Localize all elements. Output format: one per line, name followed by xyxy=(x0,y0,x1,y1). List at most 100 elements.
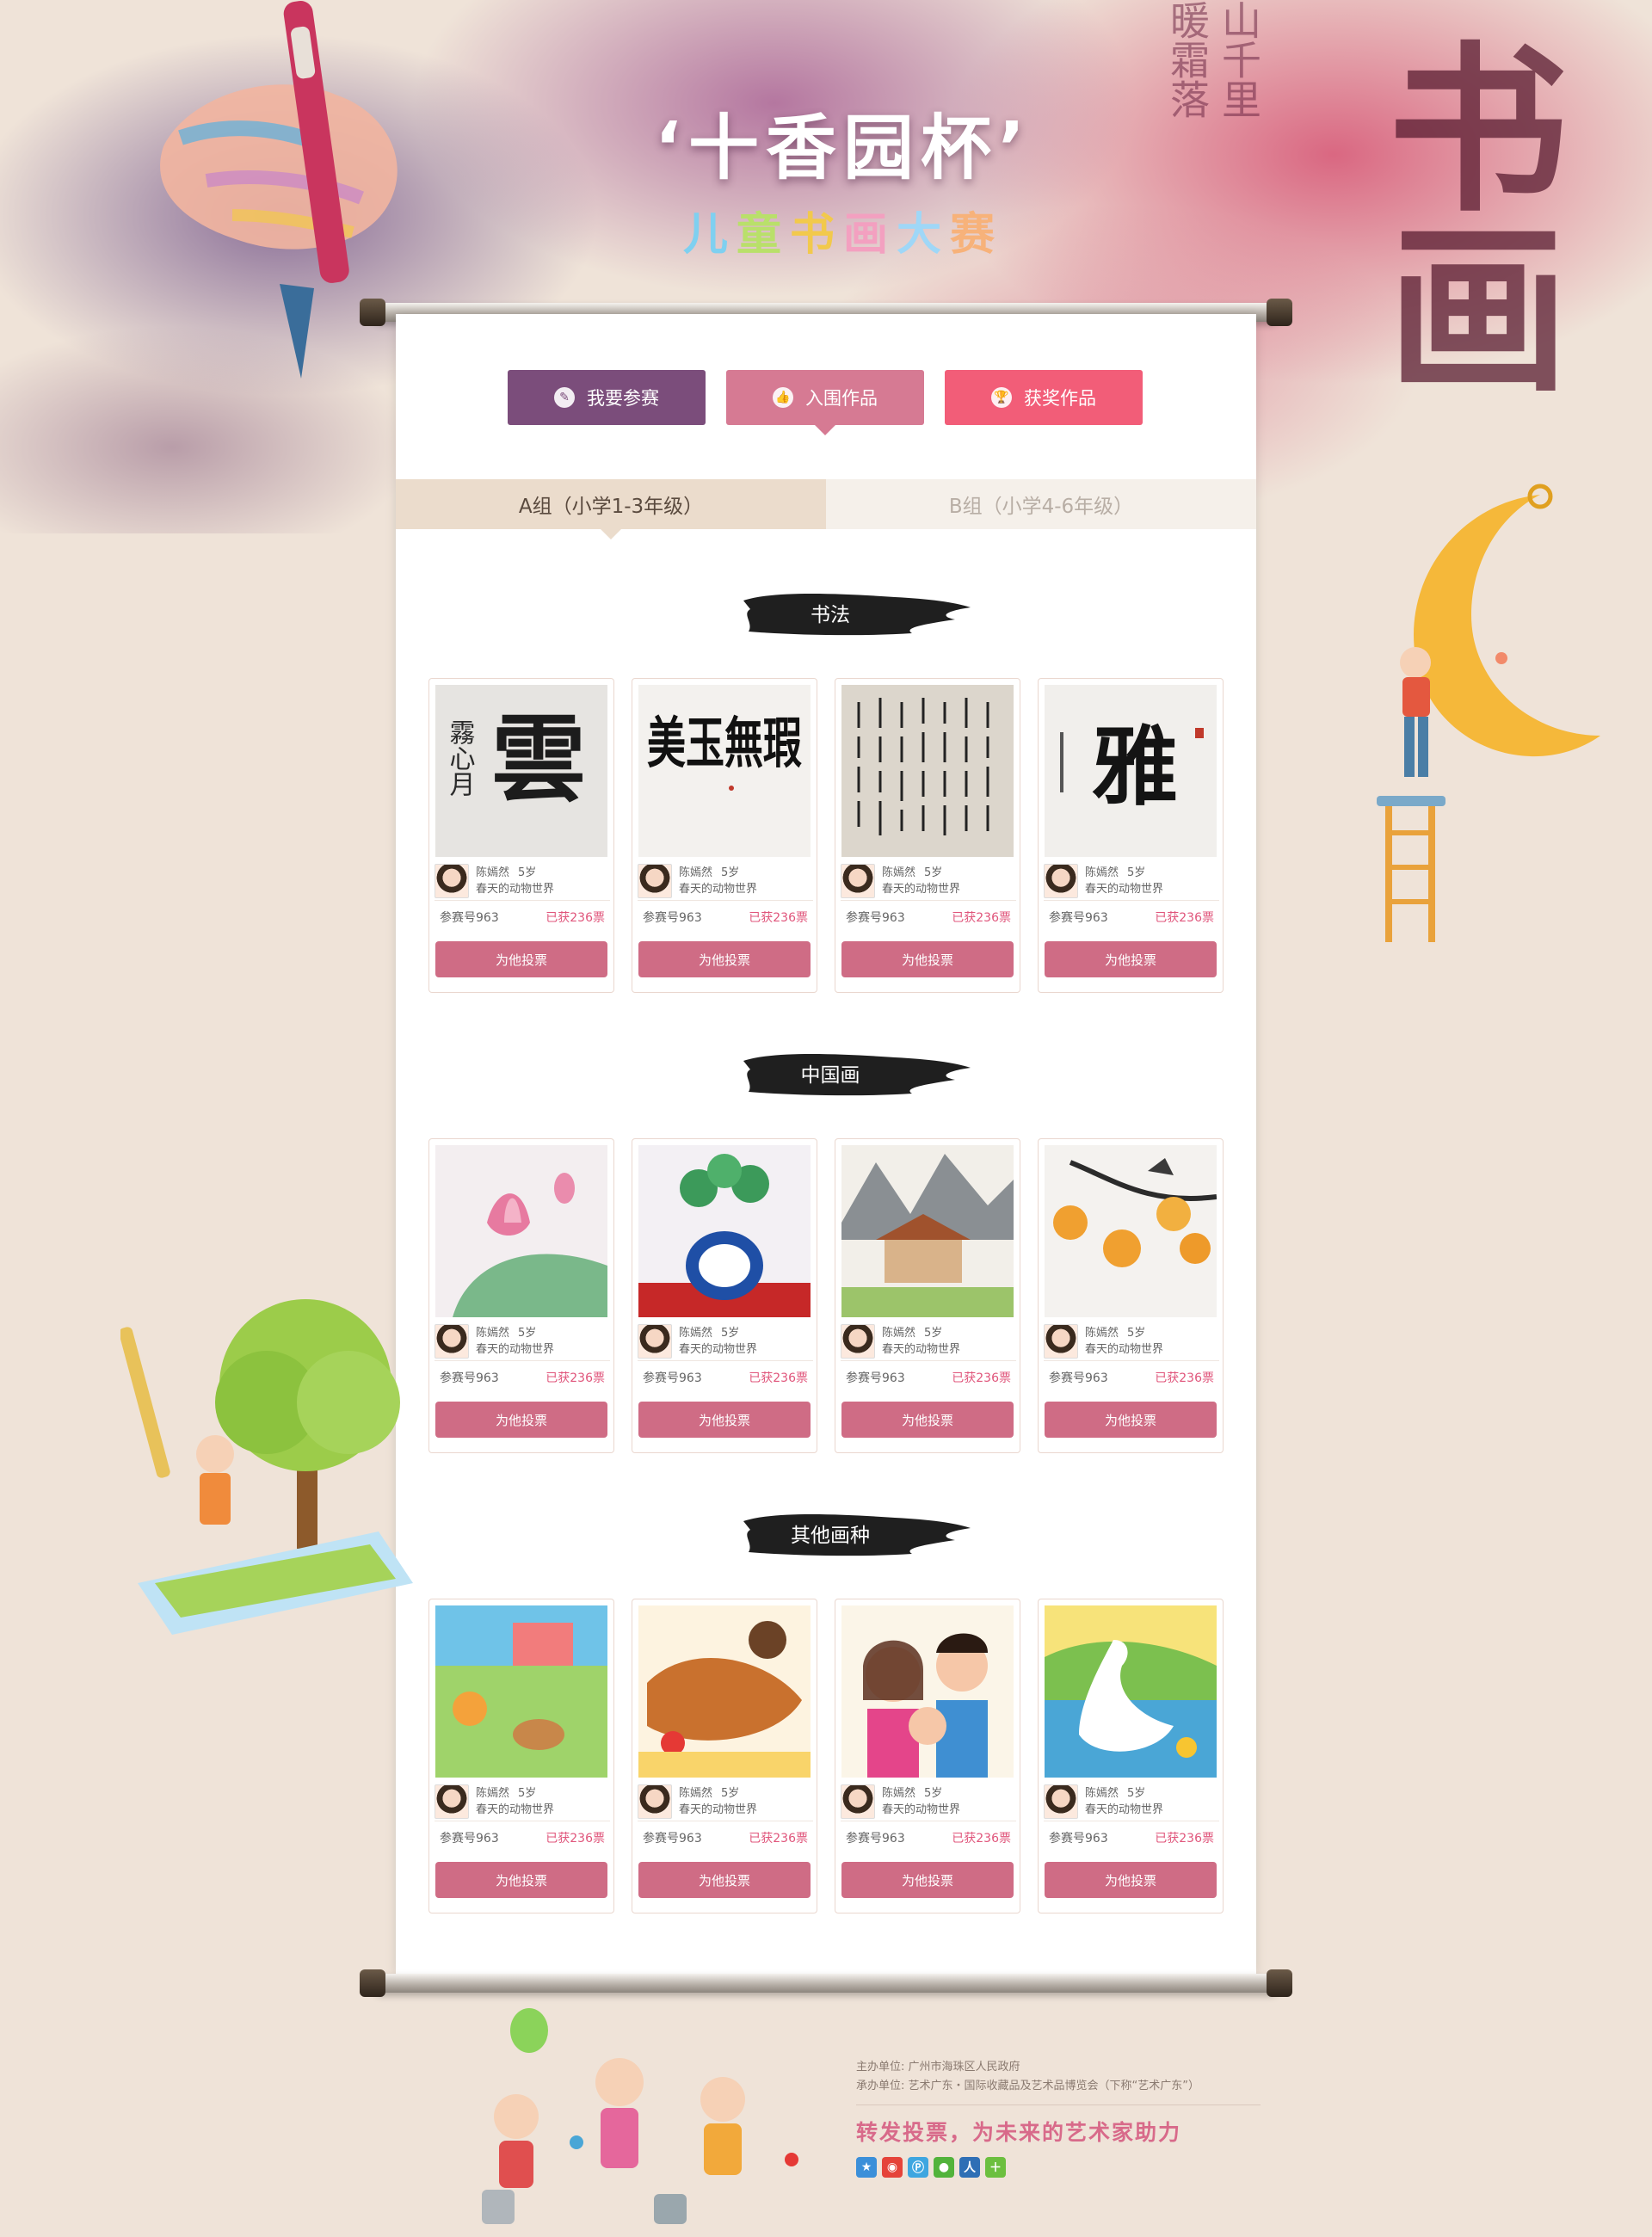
vote-button[interactable]: 为他投票 xyxy=(841,941,1014,977)
author-row: 陈嫣然 5岁 春天的动物世界 xyxy=(638,1322,813,1361)
meta-row: 参赛号963 已获236票 xyxy=(643,904,808,930)
vote-button[interactable]: 为他投票 xyxy=(435,1402,607,1438)
author-info: 陈嫣然 5岁 春天的动物世界 xyxy=(1085,1325,1163,1358)
title-sub-char: 画 xyxy=(843,209,897,261)
moon-ladder-illustration xyxy=(1377,484,1600,942)
card-list: 雲 霧心月 陈嫣然 5岁 春天的动物世界 参赛号963 已获236票 为他投票 xyxy=(428,678,1224,993)
vote-count: 已获236票 xyxy=(546,1832,605,1846)
author-age: 5岁 xyxy=(721,1326,740,1340)
artwork-image[interactable]: 美玉無瑕 xyxy=(638,685,811,857)
vote-count: 已获236票 xyxy=(1155,1832,1214,1846)
meta-row: 参赛号963 已获236票 xyxy=(440,904,605,930)
author-info: 陈嫣然 5岁 春天的动物世界 xyxy=(1085,1785,1163,1818)
renren-icon[interactable]: 人 xyxy=(959,2157,980,2178)
artwork-image[interactable] xyxy=(435,1145,607,1317)
title-main: ‘十香园杯’ xyxy=(654,108,1032,189)
award-works-button[interactable]: 🏆 获奖作品 xyxy=(945,370,1143,425)
artwork-image[interactable] xyxy=(1045,1605,1217,1778)
avatar xyxy=(1044,1323,1078,1359)
entry-number: 参赛号963 xyxy=(643,1832,702,1846)
shortlisted-works-label: 入围作品 xyxy=(805,388,878,409)
card-list: 陈嫣然 5岁 春天的动物世界 参赛号963 已获236票 为他投票 陈嫣然 5岁… xyxy=(428,1138,1224,1453)
avatar xyxy=(841,1784,875,1819)
vote-button[interactable]: 为他投票 xyxy=(435,1862,607,1898)
avatar xyxy=(841,863,875,898)
vote-count: 已获236票 xyxy=(952,1371,1011,1385)
footer-slogan: 转发投票，为未来的艺术家助力 xyxy=(856,2120,1182,2145)
vote-button[interactable]: 为他投票 xyxy=(1045,941,1217,977)
vote-button[interactable]: 为他投票 xyxy=(841,1402,1014,1438)
vote-button[interactable]: 为他投票 xyxy=(435,941,607,977)
artwork-image[interactable] xyxy=(841,1145,1014,1317)
artwork-card: 美玉無瑕 陈嫣然 5岁 春天的动物世界 参赛号963 已获236票 为他投票 xyxy=(632,678,817,993)
more-icon[interactable]: ＋ xyxy=(985,2157,1006,2178)
artwork-card: 陈嫣然 5岁 春天的动物世界 参赛号963 已获236票 为他投票 xyxy=(1038,1138,1224,1453)
author-line: 陈嫣然 5岁 xyxy=(1085,865,1163,881)
entry-number: 参赛号963 xyxy=(846,1371,905,1385)
vote-button[interactable]: 为他投票 xyxy=(638,1862,811,1898)
author-age: 5岁 xyxy=(518,1786,537,1800)
entry-number: 参赛号963 xyxy=(1049,1371,1108,1385)
author-age: 5岁 xyxy=(924,1786,943,1800)
work-title: 春天的动物世界 xyxy=(679,1803,758,1816)
artwork-image[interactable]: 雅 xyxy=(1045,685,1217,857)
tencent-weibo-icon[interactable]: Ⓟ xyxy=(908,2157,928,2178)
meta-row: 参赛号963 已获236票 xyxy=(440,1365,605,1390)
artwork-image[interactable] xyxy=(841,685,1014,857)
rod-cap xyxy=(1267,1969,1292,1997)
work-title: 春天的动物世界 xyxy=(679,882,758,896)
meta-row: 参赛号963 已获236票 xyxy=(846,1365,1011,1390)
tab-group-b[interactable]: B组（小学4-6年级） xyxy=(826,479,1256,529)
event-title: ‘十香园杯’ 儿童书画大赛 xyxy=(602,90,1084,262)
artwork-image[interactable] xyxy=(638,1145,811,1317)
author-age: 5岁 xyxy=(924,1326,943,1340)
weibo-icon[interactable]: ◉ xyxy=(882,2157,903,2178)
author-info: 陈嫣然 5岁 春天的动物世界 xyxy=(679,865,757,897)
author-age: 5岁 xyxy=(518,1326,537,1340)
entry-number: 参赛号963 xyxy=(440,1371,499,1385)
rod-cap xyxy=(1267,299,1292,326)
title-sub-char: 书 xyxy=(789,209,843,261)
artwork-image[interactable] xyxy=(1045,1145,1217,1317)
join-contest-button[interactable]: ✎ 我要参赛 xyxy=(508,370,706,425)
vote-button[interactable]: 为他投票 xyxy=(638,941,811,977)
vote-count: 已获236票 xyxy=(749,911,808,925)
title-sub: 儿童书画大赛 xyxy=(602,198,1084,262)
meta-row: 参赛号963 已获236票 xyxy=(1049,1825,1214,1851)
thumbs-up-icon: 👍 xyxy=(773,387,793,408)
author-row: 陈嫣然 5岁 春天的动物世界 xyxy=(1044,1322,1219,1361)
vote-button[interactable]: 为他投票 xyxy=(1045,1402,1217,1438)
author-age: 5岁 xyxy=(1127,1786,1146,1800)
kids-illustration xyxy=(482,2008,798,2224)
wechat-icon[interactable]: ● xyxy=(934,2157,954,2178)
author-line: 陈嫣然 5岁 xyxy=(679,1325,757,1341)
brush-icon: ✎ xyxy=(554,387,575,408)
trophy-icon: 🏆 xyxy=(991,387,1012,408)
meta-row: 参赛号963 已获236票 xyxy=(440,1825,605,1851)
main-nav: ✎ 我要参赛 👍 入围作品 🏆 获奖作品 xyxy=(508,370,1143,435)
section-title: 书法 xyxy=(811,604,850,626)
avatar xyxy=(638,1323,672,1359)
tab-group-a[interactable]: A组（小学1-3年级） xyxy=(396,479,826,539)
vote-button[interactable]: 为他投票 xyxy=(1045,1862,1217,1898)
author-name: 陈嫣然 xyxy=(1085,1326,1119,1340)
shortlisted-works-button[interactable]: 👍 入围作品 xyxy=(726,370,924,435)
artwork-image[interactable]: 雲 霧心月 xyxy=(435,685,607,857)
qzone-icon[interactable]: ★ xyxy=(856,2157,877,2178)
section-heading: 书法 xyxy=(740,585,972,640)
vote-button[interactable]: 为他投票 xyxy=(638,1402,811,1438)
author-name: 陈嫣然 xyxy=(882,1326,916,1340)
title-sub-char: 童 xyxy=(736,209,790,261)
meta-row: 参赛号963 已获236票 xyxy=(846,904,1011,930)
artwork-image[interactable] xyxy=(435,1605,607,1778)
author-row: 陈嫣然 5岁 春天的动物世界 xyxy=(841,861,1016,901)
artwork-image[interactable] xyxy=(638,1605,811,1778)
scroll-paper: ✎ 我要参赛 👍 入围作品 🏆 获奖作品 A组（小学1-3年级） B组（小学4-… xyxy=(396,314,1256,1975)
vote-button[interactable]: 为他投票 xyxy=(841,1862,1014,1898)
artwork-image[interactable] xyxy=(841,1605,1014,1778)
meta-row: 参赛号963 已获236票 xyxy=(1049,904,1214,930)
work-title: 春天的动物世界 xyxy=(476,1342,555,1356)
entry-number: 参赛号963 xyxy=(1049,911,1108,925)
vote-count: 已获236票 xyxy=(1155,1371,1214,1385)
section-heading: 中国画 xyxy=(740,1045,972,1100)
